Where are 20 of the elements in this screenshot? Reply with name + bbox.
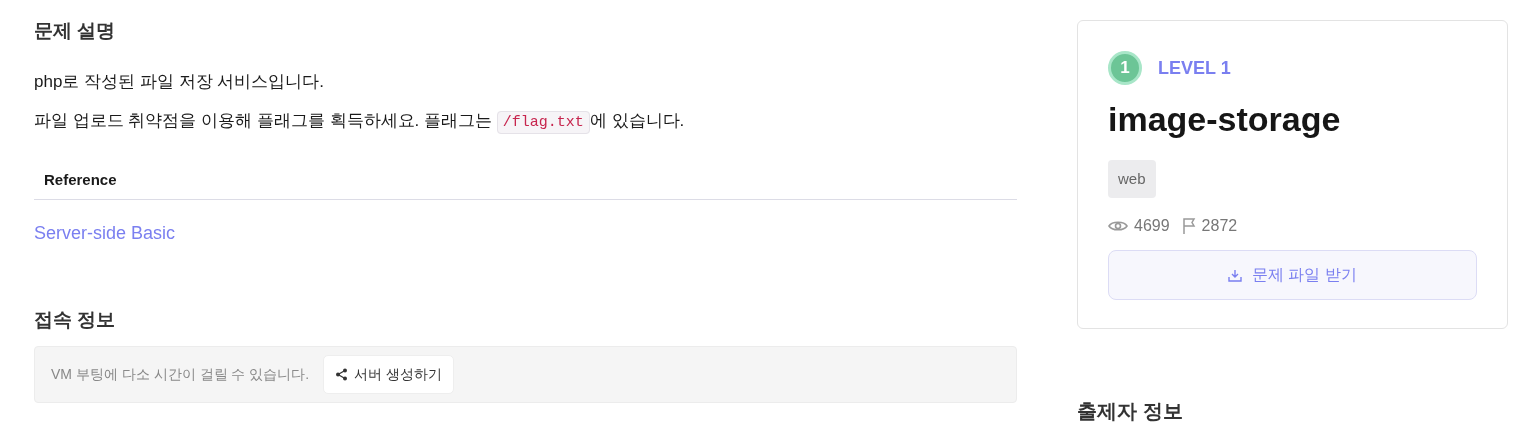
section-heading: 접속 정보 — [34, 309, 117, 333]
eye-icon — [1108, 219, 1128, 234]
section-heading: 문제 설명 — [34, 20, 117, 43]
create-server-button[interactable]: 서버 생성하기 — [323, 355, 455, 395]
level-badge: 1 — [1108, 51, 1142, 85]
reference-heading: Reference — [34, 160, 1017, 201]
download-icon — [1228, 268, 1243, 282]
reference-link[interactable]: Server-side Basic — [34, 220, 176, 248]
level-label: LEVEL 1 — [1158, 56, 1231, 80]
flag-icon — [1181, 218, 1196, 235]
challenge-title: image-storage — [1108, 99, 1342, 140]
notice-text: VM 부팅에 다소 시간이 걸릴 수 있습니다. — [51, 365, 310, 385]
paragraph: 파일 업로드 취약점을 이용해 플래그를 획득하세요. 플래그는 /flag.txt 에 있습니다. — [34, 108, 1017, 135]
tag[interactable]: web — [1108, 159, 1156, 199]
share-icon — [335, 368, 349, 382]
paragraph: php로 작성된 파일 저장 서비스입니다. — [34, 70, 325, 93]
section-heading: 출제자 정보 — [1077, 399, 1184, 424]
download-button[interactable]: 문제 파일 받기 — [1108, 250, 1477, 301]
view-count: 4699 — [1134, 216, 1170, 237]
solve-count: 2872 — [1201, 216, 1238, 237]
